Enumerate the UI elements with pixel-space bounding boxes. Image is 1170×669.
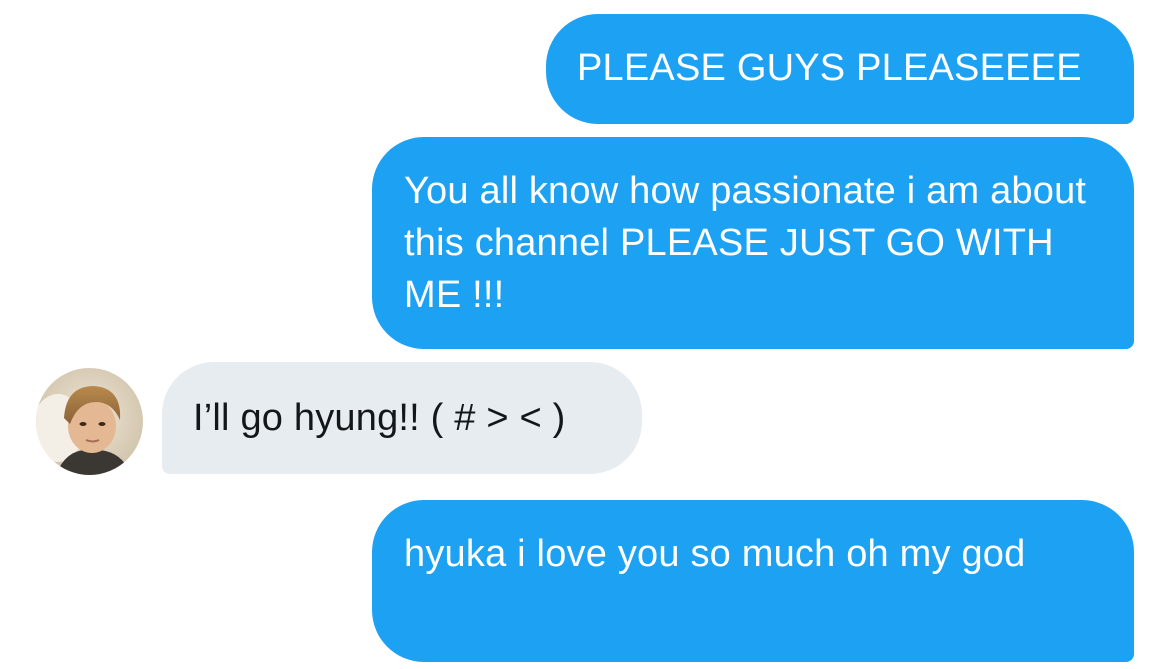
sent-message-bubble[interactable]: You all know how passionate i am about t… [372,137,1134,349]
message-text: I’ll go hyung!! ( # > < ) [193,397,566,439]
user-photo-avatar-icon [36,368,143,475]
message-text: hyuka i love you so much oh my god [404,533,1026,575]
sent-message-bubble[interactable]: hyuka i love you so much oh my god [372,500,1134,662]
message-text: You all know how passionate i am about t… [404,170,1087,316]
sent-message-bubble[interactable]: PLEASE GUYS PLEASEEEE [546,14,1134,124]
avatar[interactable] [36,368,143,475]
conversation-thread: PLEASE GUYS PLEASEEEE You all know how p… [0,0,1170,669]
message-text: PLEASE GUYS PLEASEEEE [577,47,1082,89]
received-message-bubble[interactable]: I’ll go hyung!! ( # > < ) [162,362,642,474]
